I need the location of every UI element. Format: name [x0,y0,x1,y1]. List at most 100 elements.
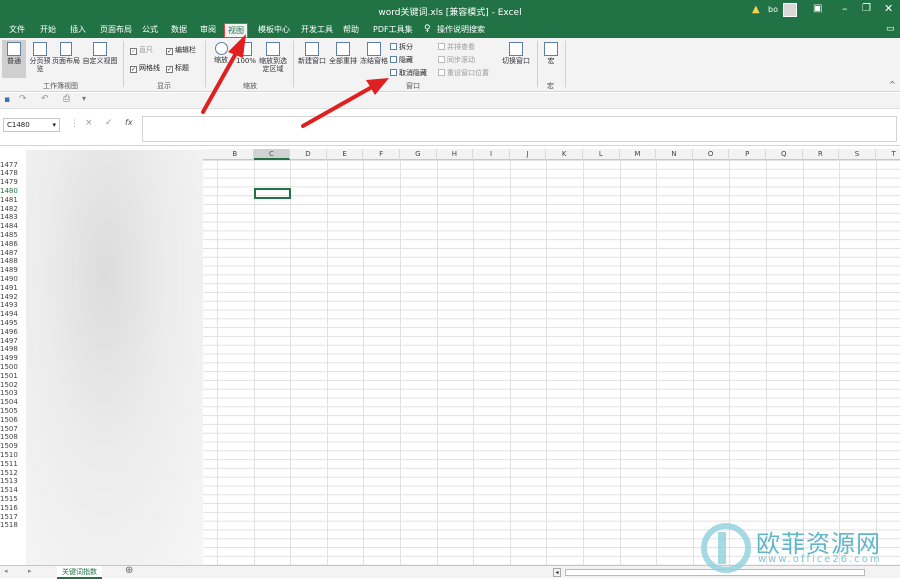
row-header[interactable]: 1493 [0,301,18,310]
column-header-m[interactable]: M [620,149,657,160]
side-by-side-button[interactable]: 并排查看 [438,42,475,52]
sheet-tab[interactable]: 关键词指数 [57,566,102,579]
tab-help[interactable]: 帮助 [340,23,362,38]
next-sheet-icon[interactable]: ▸ [28,567,32,575]
prev-sheet-icon[interactable]: ◂ [4,567,8,575]
row-header[interactable]: 1504 [0,398,18,407]
column-header-s[interactable]: S [839,149,876,160]
row-header[interactable]: 1487 [0,249,18,258]
row-header[interactable]: 1480 [0,187,18,196]
row-header[interactable]: 1478 [0,169,18,178]
column-header-n[interactable]: N [656,149,693,160]
switch-windows-button[interactable]: 切换窗口 [498,42,534,65]
warning-icon[interactable]: ▲ [752,4,760,15]
tab-formulas[interactable]: 公式 [139,23,161,38]
row-header[interactable]: 1499 [0,354,18,363]
headings-checkbox[interactable]: ✓ 标题 [166,63,189,73]
undo-icon[interactable]: ↶ [41,94,49,104]
column-header-e[interactable]: E [327,149,364,160]
normal-view-button[interactable]: 普通 [2,40,26,78]
tab-review[interactable]: 审阅 [197,23,219,38]
tab-page-layout[interactable]: 页面布局 [97,23,135,38]
tab-home[interactable]: 开始 [37,23,59,38]
restore-icon[interactable]: ❐ [862,3,871,14]
scroll-left-icon[interactable]: ◂ [553,568,561,577]
row-header[interactable]: 1503 [0,389,18,398]
row-header[interactable]: 1516 [0,504,18,513]
column-header-o[interactable]: O [693,149,730,160]
row-header[interactable]: 1484 [0,222,18,231]
minimize-icon[interactable]: – [842,2,848,15]
row-header[interactable]: 1489 [0,266,18,275]
name-box-dropdown-icon[interactable]: ▾ [52,119,56,131]
tab-insert[interactable]: 插入 [67,23,89,38]
ribbon-display-icon[interactable]: ▣ [813,3,822,14]
name-box[interactable]: C1480 ▾ [3,118,60,132]
page-layout-view-button[interactable]: 页面布局 [52,42,80,65]
row-header[interactable]: 1513 [0,477,18,486]
row-header[interactable]: 1482 [0,205,18,214]
tab-template-center[interactable]: 模板中心 [255,23,293,38]
column-header-f[interactable]: F [363,149,400,160]
column-header-h[interactable]: H [437,149,474,160]
row-header[interactable]: 1509 [0,442,18,451]
custom-views-button[interactable]: 自定义视图 [81,42,119,65]
new-window-button[interactable]: 新建窗口 [297,42,327,65]
add-sheet-icon[interactable]: ⊕ [125,565,133,576]
close-icon[interactable]: ✕ [884,2,893,15]
row-header[interactable]: 1514 [0,486,18,495]
row-header[interactable]: 1507 [0,425,18,434]
insert-function-icon[interactable]: fx [125,118,133,127]
cancel-icon[interactable]: × [85,118,93,128]
row-header[interactable]: 1486 [0,240,18,249]
column-header-i[interactable]: I [473,149,510,160]
redo-icon[interactable]: ↷ [19,94,27,104]
column-header-g[interactable]: G [400,149,437,160]
row-header[interactable]: 1498 [0,345,18,354]
column-header-q[interactable]: Q [766,149,803,160]
tab-view[interactable]: 视图 [224,23,248,38]
row-header[interactable]: 1510 [0,451,18,460]
row-header[interactable]: 1501 [0,372,18,381]
row-header[interactable]: 1508 [0,433,18,442]
gridlines-checkbox[interactable]: ✓ 网格线 [130,63,160,73]
formula-bar-checkbox[interactable]: ✓ 编辑栏 [166,45,196,55]
tell-me-search[interactable]: 操作说明搜索 [434,23,488,38]
column-header-d[interactable]: D [290,149,327,160]
column-header-j[interactable]: J [510,149,547,160]
row-header[interactable]: 1495 [0,319,18,328]
arrange-all-button[interactable]: 全部重排 [328,42,358,65]
row-header[interactable]: 1500 [0,363,18,372]
save-icon[interactable]: ▪ [4,95,10,105]
active-cell[interactable] [254,188,291,199]
cell-grid[interactable] [203,160,900,565]
tab-file[interactable]: 文件 [6,23,28,38]
avatar[interactable] [783,3,797,17]
row-header[interactable]: 1490 [0,275,18,284]
row-header[interactable]: 1479 [0,178,18,187]
row-header[interactable]: 1491 [0,284,18,293]
macros-button[interactable]: 宏 [541,42,561,65]
row-header[interactable]: 1477 [0,161,18,170]
column-header-c[interactable]: C [253,149,291,160]
zoom-100-button[interactable]: 100% [235,42,257,65]
tab-pdf-tools[interactable]: PDF工具集 [370,23,416,38]
row-header[interactable]: 1515 [0,495,18,504]
zoom-to-selection-button[interactable]: 缩放到选定区域 [258,42,288,73]
row-header[interactable]: 1497 [0,337,18,346]
row-header[interactable]: 1496 [0,328,18,337]
row-header[interactable]: 1512 [0,469,18,478]
row-header[interactable]: 1518 [0,521,18,530]
collapse-ribbon-icon[interactable]: ^ [889,80,896,89]
row-header[interactable]: 1483 [0,213,18,222]
tab-developer[interactable]: 开发工具 [298,23,336,38]
tab-data[interactable]: 数据 [168,23,190,38]
print-preview-icon[interactable]: ⎙ [63,94,70,104]
row-header[interactable]: 1506 [0,416,18,425]
zoom-button[interactable]: 缩放 [209,42,233,64]
column-header-l[interactable]: L [583,149,620,160]
sync-scroll-button[interactable]: 同步滚动 [438,55,475,65]
reset-position-button[interactable]: 重设窗口位置 [438,68,489,78]
formula-input[interactable] [142,116,897,142]
comments-icon[interactable]: ▭ [886,24,895,34]
